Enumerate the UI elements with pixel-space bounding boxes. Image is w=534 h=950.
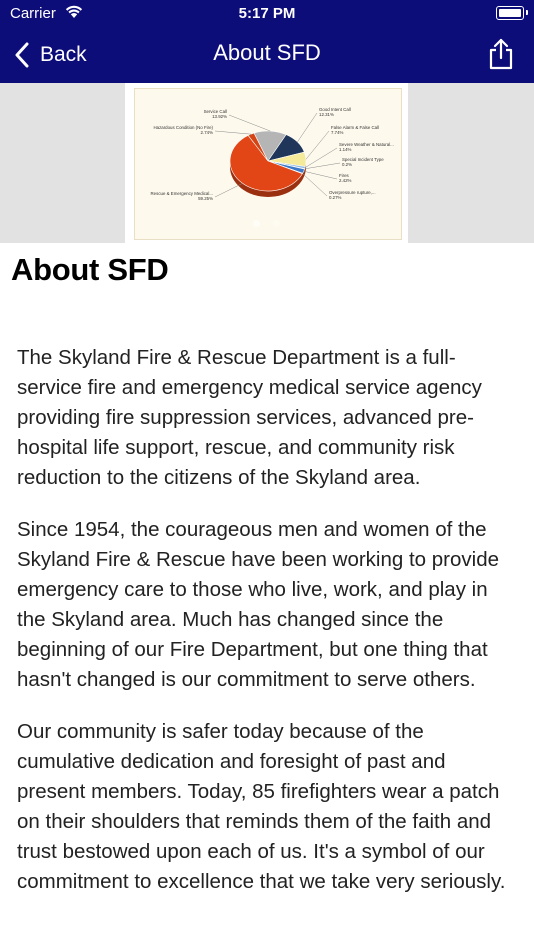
pie-value-label: 0.27% bbox=[329, 195, 342, 200]
paragraph-1: The Skyland Fire & Rescue Department is … bbox=[17, 346, 482, 489]
pie-value-label: 13.92% bbox=[212, 114, 227, 119]
navigation-bar: Back About SFD bbox=[0, 28, 534, 83]
pie-leader-line bbox=[214, 183, 243, 198]
nav-title: About SFD bbox=[213, 40, 321, 65]
pie-leader-line bbox=[214, 130, 252, 135]
chart-image: Service Call 13.92% Good Intent Call 12.31%… bbox=[125, 83, 408, 243]
pie-leader-line bbox=[297, 112, 318, 143]
chart-panel: Service Call 13.92% Good Intent Call 12.31%… bbox=[134, 88, 402, 240]
clock: 5:17 PM bbox=[238, 5, 296, 22]
top-bar: Carrier 5:17 PM Back About SFD bbox=[0, 0, 534, 83]
pie-value-label: 7.74% bbox=[331, 130, 344, 135]
pie-value-label: 2.74% bbox=[201, 130, 214, 135]
pie-leader-line bbox=[303, 170, 338, 180]
about-text: The Skyland Fire & Rescue Department is … bbox=[17, 343, 517, 919]
paragraph-3: Our community is safer today because of … bbox=[17, 720, 506, 893]
pie-leader-line bbox=[304, 162, 341, 170]
pie-value-label: 1.14% bbox=[339, 147, 352, 152]
pie-value-label: 2.42% bbox=[339, 178, 352, 183]
carousel-dot-active[interactable] bbox=[253, 220, 260, 227]
pie-leader-line bbox=[304, 147, 338, 168]
battery-icon bbox=[496, 6, 528, 20]
carousel-dot[interactable] bbox=[273, 220, 280, 227]
pie-value-label: 12.31% bbox=[319, 112, 334, 117]
pie-value-label: 59.25% bbox=[198, 196, 213, 201]
share-icon[interactable] bbox=[486, 38, 516, 70]
pie-leader-line bbox=[302, 173, 328, 197]
status-bar: Carrier 5:17 PM bbox=[0, 0, 534, 28]
pie-leader-line bbox=[228, 114, 271, 132]
paragraph-2: Since 1954, the courageous men and women… bbox=[17, 518, 500, 691]
pie-value-label: 0.2% bbox=[342, 162, 352, 167]
page-heading: About SFD bbox=[11, 252, 169, 287]
pie-chart: Service Call13.92%Good Intent Call12.31%… bbox=[151, 107, 394, 201]
